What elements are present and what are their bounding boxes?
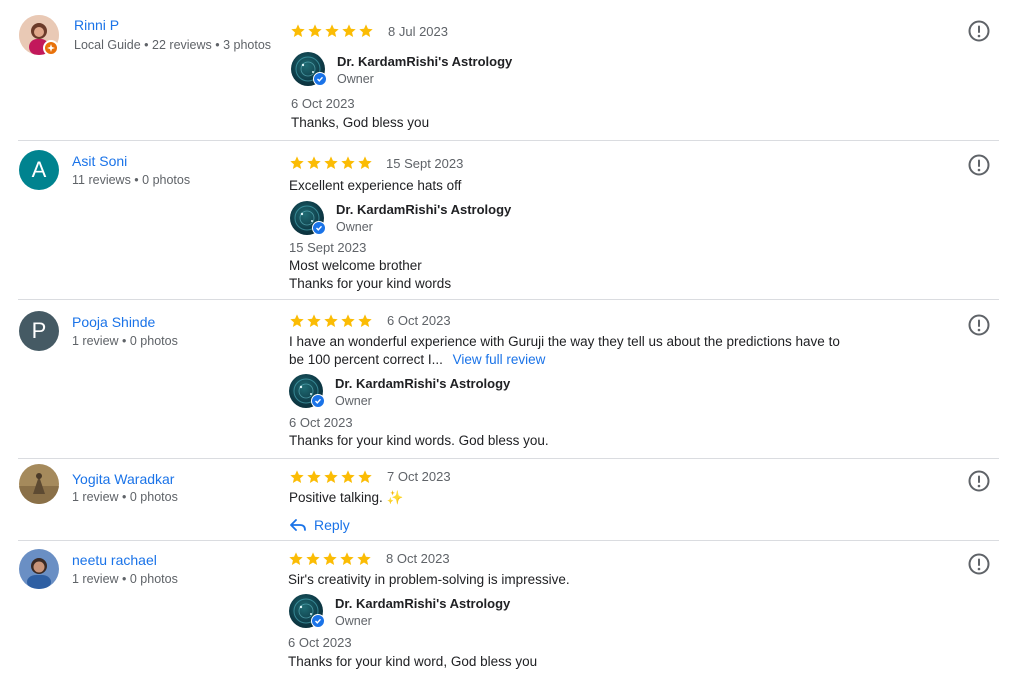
star-icon (307, 156, 321, 169)
reply-label: Reply (314, 517, 350, 533)
star-icon (357, 552, 371, 565)
review-text: Excellent experience hats off (289, 178, 462, 193)
owner-reply-date: 15 Sept 2023 (289, 240, 367, 255)
star-icon (289, 552, 303, 565)
star-icon (290, 314, 304, 327)
owner-name: Dr. KardamRishi's Astrology (335, 596, 511, 611)
owner-name: Dr. KardamRishi's Astrology (336, 202, 512, 217)
reviewer-name[interactable]: Asit Soni (72, 153, 127, 169)
reviewer-meta: 1 review • 0 photos (72, 334, 178, 348)
star-icon (324, 314, 338, 327)
star-icon (291, 24, 305, 37)
review-card: A Asit Soni 11 reviews • 0 photos 15 Sep… (0, 141, 1024, 299)
owner-reply-text: Most welcome brother (289, 258, 422, 273)
star-icon (359, 24, 373, 37)
star-icon (307, 470, 321, 483)
report-flag-icon[interactable] (967, 19, 991, 43)
star-icon (308, 24, 322, 37)
star-icon (324, 156, 338, 169)
star-icon (290, 156, 304, 169)
review-card: P Pooja Shinde 1 review • 0 photos 6 Oct… (0, 300, 1024, 458)
star-icon (341, 314, 355, 327)
reviewer-name[interactable]: Yogita Waradkar (72, 471, 174, 487)
owner-role: Owner (336, 220, 373, 234)
review-text: be 100 percent correct I... View full re… (289, 351, 545, 369)
review-card: Yogita Waradkar 1 review • 0 photos 7 Oc… (0, 459, 1024, 540)
verified-check-icon (312, 221, 326, 235)
reviewer-name[interactable]: Pooja Shinde (72, 314, 155, 330)
owner-role: Owner (335, 394, 372, 408)
view-full-review-link[interactable]: View full review (453, 352, 546, 367)
review-date: 6 Oct 2023 (387, 313, 451, 328)
owner-reply-text: Thanks for your kind words (289, 276, 452, 291)
owner-reply-date: 6 Oct 2023 (288, 635, 352, 650)
reviewer-avatar[interactable] (19, 464, 59, 504)
owner-reply-text: Thanks for your kind words. God bless yo… (289, 433, 549, 448)
star-icon (341, 470, 355, 483)
owner-reply-text: Thanks for your kind word, God bless you (288, 654, 538, 669)
verified-check-icon (311, 394, 325, 408)
owner-role: Owner (335, 614, 372, 628)
star-rating (290, 23, 374, 39)
star-icon (307, 314, 321, 327)
owner-role: Owner (337, 72, 374, 86)
review-date: 8 Oct 2023 (386, 551, 450, 566)
owner-reply-text: Thanks, God bless you (291, 115, 430, 130)
reviewer-avatar[interactable] (19, 549, 59, 589)
review-text: Positive talking. ✨ (289, 490, 404, 505)
owner-name: Dr. KardamRishi's Astrology (337, 54, 513, 69)
review-date: 7 Oct 2023 (387, 469, 451, 484)
star-rating (289, 313, 373, 329)
star-icon (324, 470, 338, 483)
verified-check-icon (311, 614, 325, 628)
reviewer-meta: Local Guide • 22 reviews • 3 photos (74, 38, 272, 52)
star-rating (288, 551, 372, 567)
star-rating (289, 155, 373, 171)
review-date: 8 Jul 2023 (388, 24, 448, 39)
report-flag-icon[interactable] (967, 313, 991, 337)
star-icon (306, 552, 320, 565)
star-icon (325, 24, 339, 37)
review-card: Rinni P Local Guide • 22 reviews • 3 pho… (0, 0, 1024, 140)
review-text-truncated: be 100 percent correct I... (289, 352, 443, 367)
star-icon (358, 470, 372, 483)
owner-reply-date: 6 Oct 2023 (291, 96, 355, 111)
reviewer-avatar[interactable]: A (19, 150, 59, 190)
reviewer-meta: 1 review • 0 photos (72, 490, 178, 504)
reviewer-name[interactable]: neetu rachael (72, 552, 157, 568)
reply-arrow-icon (290, 519, 306, 531)
report-flag-icon[interactable] (967, 153, 991, 177)
review-text: Sir's creativity in problem-solving is i… (288, 572, 570, 587)
star-icon (358, 156, 372, 169)
star-rating (289, 469, 373, 485)
star-icon (341, 156, 355, 169)
star-icon (342, 24, 356, 37)
report-flag-icon[interactable] (967, 552, 991, 576)
reviewer-meta: 11 reviews • 0 photos (72, 173, 191, 187)
review-text: I have an wonderful experience with Guru… (289, 334, 840, 349)
star-icon (323, 552, 337, 565)
review-card: neetu rachael 1 review • 0 photos 8 Oct … (0, 541, 1024, 683)
star-icon (290, 470, 304, 483)
reviewer-meta: 1 review • 0 photos (72, 572, 178, 586)
reply-button[interactable]: Reply (290, 517, 350, 533)
local-guide-badge-icon (43, 40, 59, 56)
verified-check-icon (313, 72, 327, 86)
owner-name: Dr. KardamRishi's Astrology (335, 376, 511, 391)
reviewer-name[interactable]: Rinni P (74, 17, 119, 33)
report-flag-icon[interactable] (967, 469, 991, 493)
owner-reply-date: 6 Oct 2023 (289, 415, 353, 430)
star-icon (340, 552, 354, 565)
reviewer-avatar[interactable]: P (19, 311, 59, 351)
star-icon (358, 314, 372, 327)
review-date: 15 Sept 2023 (386, 156, 464, 171)
